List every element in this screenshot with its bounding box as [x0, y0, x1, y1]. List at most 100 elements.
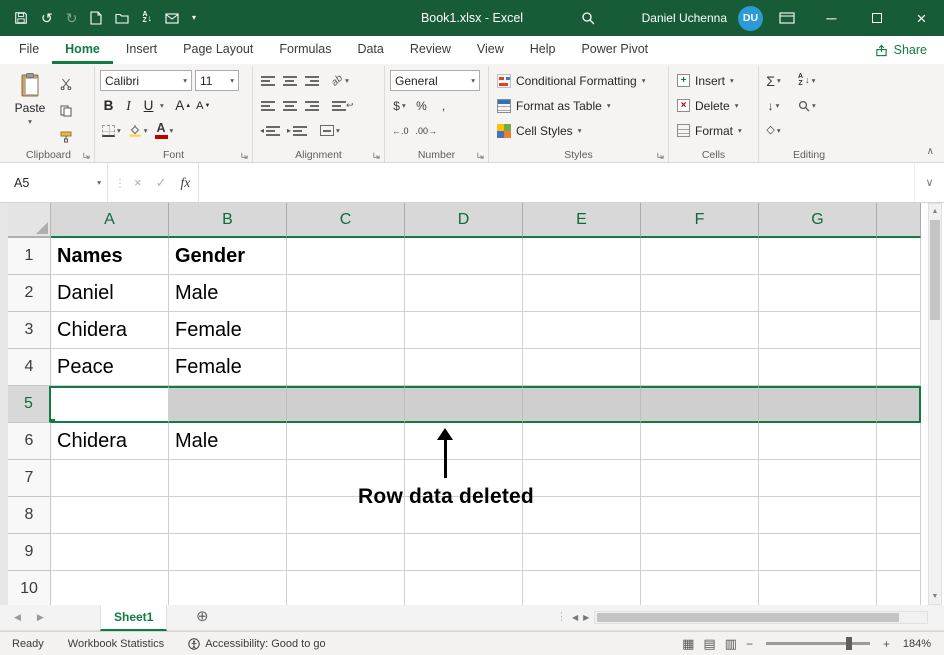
column-header-F[interactable]: F: [641, 203, 759, 238]
row-header-3[interactable]: 3: [8, 312, 51, 349]
align-left-button[interactable]: [258, 95, 277, 117]
scroll-left-icon[interactable]: ◀: [572, 614, 578, 622]
cell-F3[interactable]: [641, 312, 759, 349]
cell-B1[interactable]: Gender: [169, 238, 287, 275]
horizontal-scrollbar-track[interactable]: [594, 611, 928, 624]
borders-button[interactable]: ▾: [100, 120, 123, 142]
cell-A7[interactable]: [51, 460, 169, 497]
sheet-tab-sheet1[interactable]: Sheet1: [100, 605, 167, 631]
font-name-combo[interactable]: Calibri ▾: [100, 70, 192, 91]
cell-D4[interactable]: [405, 349, 523, 386]
cell-partial-2[interactable]: [877, 275, 921, 312]
undo-icon[interactable]: ↺: [41, 11, 53, 25]
number-dialog-launcher[interactable]: [476, 151, 485, 160]
cell-F9[interactable]: [641, 534, 759, 571]
cell-E2[interactable]: [523, 275, 641, 312]
cell-D9[interactable]: [405, 534, 523, 571]
cell-C4[interactable]: [287, 349, 405, 386]
font-color-button[interactable]: A ▾: [153, 120, 176, 142]
row-header-10[interactable]: 10: [8, 571, 51, 605]
comma-style-button[interactable]: ,: [434, 95, 453, 117]
row-header-7[interactable]: 7: [8, 460, 51, 497]
cell-F10[interactable]: [641, 571, 759, 605]
cell-F1[interactable]: [641, 238, 759, 275]
row-header-8[interactable]: 8: [8, 497, 51, 534]
formula-bar-splitter[interactable]: ⋮: [108, 163, 132, 202]
ribbon-tab-formulas[interactable]: Formulas: [266, 36, 344, 64]
row-header-2[interactable]: 2: [8, 275, 51, 312]
open-folder-icon[interactable]: [115, 12, 129, 24]
cell-partial-7[interactable]: [877, 460, 921, 497]
cell-G4[interactable]: [759, 349, 877, 386]
cell-styles-button[interactable]: Cell Styles ▾: [494, 118, 584, 143]
ribbon-tab-page-layout[interactable]: Page Layout: [170, 36, 266, 64]
zoom-in-button[interactable]: +: [883, 638, 890, 650]
cell-A5[interactable]: [51, 386, 169, 423]
customize-toolbar-icon[interactable]: ▾: [192, 14, 196, 22]
cell-F4[interactable]: [641, 349, 759, 386]
cell-A1[interactable]: Names: [51, 238, 169, 275]
column-header-A[interactable]: A: [51, 203, 169, 238]
accessibility-status[interactable]: Accessibility: Good to go: [176, 638, 337, 650]
vertical-scrollbar[interactable]: ▲ ▼: [928, 203, 942, 605]
align-right-button[interactable]: [302, 95, 321, 117]
maximize-button[interactable]: [854, 0, 899, 36]
cell-D6[interactable]: [405, 423, 523, 460]
zoom-out-button[interactable]: −: [746, 638, 753, 650]
name-box[interactable]: A5 ▾: [8, 163, 108, 202]
cell-F5[interactable]: [641, 386, 759, 423]
decrease-decimal-button[interactable]: .00→: [414, 120, 440, 142]
italic-button[interactable]: I: [120, 95, 137, 116]
cell-E10[interactable]: [523, 571, 641, 605]
row-header-1[interactable]: 1: [8, 238, 51, 275]
number-format-combo[interactable]: General ▾: [390, 70, 480, 91]
account-name[interactable]: Daniel Uchenna: [642, 11, 727, 25]
cell-A10[interactable]: [51, 571, 169, 605]
cell-A9[interactable]: [51, 534, 169, 571]
ribbon-tab-home[interactable]: Home: [52, 36, 113, 64]
workbook-statistics-button[interactable]: Workbook Statistics: [56, 638, 176, 650]
wrap-text-button[interactable]: ↩: [330, 95, 356, 117]
page-break-view-icon[interactable]: ▥: [725, 637, 737, 650]
cell-C10[interactable]: [287, 571, 405, 605]
share-button[interactable]: Share: [858, 36, 944, 64]
column-header-E[interactable]: E: [523, 203, 641, 238]
decrease-font-button[interactable]: A▼: [195, 95, 212, 116]
cell-C9[interactable]: [287, 534, 405, 571]
ribbon-tab-data[interactable]: Data: [344, 36, 396, 64]
cell-G8[interactable]: [759, 497, 877, 534]
email-icon[interactable]: [165, 13, 179, 24]
insert-function-icon[interactable]: fx: [181, 175, 191, 191]
ribbon-tab-help[interactable]: Help: [517, 36, 569, 64]
autosum-button[interactable]: Σ▾: [764, 70, 783, 92]
ribbon-display-options-icon[interactable]: [779, 12, 795, 24]
cell-D10[interactable]: [405, 571, 523, 605]
fill-color-button[interactable]: ▾: [126, 120, 150, 142]
alignment-dialog-launcher[interactable]: [372, 151, 381, 160]
cell-G10[interactable]: [759, 571, 877, 605]
cell-A2[interactable]: Daniel: [51, 275, 169, 312]
cell-G7[interactable]: [759, 460, 877, 497]
cell-C2[interactable]: [287, 275, 405, 312]
fill-handle[interactable]: [51, 418, 56, 423]
cell-F7[interactable]: [641, 460, 759, 497]
cell-F6[interactable]: [641, 423, 759, 460]
ribbon-tab-view[interactable]: View: [464, 36, 517, 64]
cell-A8[interactable]: [51, 497, 169, 534]
cell-partial-5[interactable]: [877, 386, 921, 423]
ribbon-tab-power-pivot[interactable]: Power Pivot: [568, 36, 661, 64]
cell-E5[interactable]: [523, 386, 641, 423]
cell-B2[interactable]: Male: [169, 275, 287, 312]
scroll-down-icon[interactable]: ▼: [932, 589, 939, 604]
avatar[interactable]: DU: [738, 6, 763, 31]
clear-button[interactable]: ◇▾: [764, 120, 783, 142]
enter-check-icon[interactable]: ✓: [156, 176, 167, 189]
cell-partial-1[interactable]: [877, 238, 921, 275]
column-header-G[interactable]: G: [759, 203, 877, 238]
font-dialog-launcher[interactable]: [240, 151, 249, 160]
cell-B7[interactable]: [169, 460, 287, 497]
cell-E1[interactable]: [523, 238, 641, 275]
cell-partial-6[interactable]: [877, 423, 921, 460]
select-all-button[interactable]: [8, 203, 51, 238]
insert-cells-button[interactable]: + Insert ▾: [674, 68, 737, 93]
